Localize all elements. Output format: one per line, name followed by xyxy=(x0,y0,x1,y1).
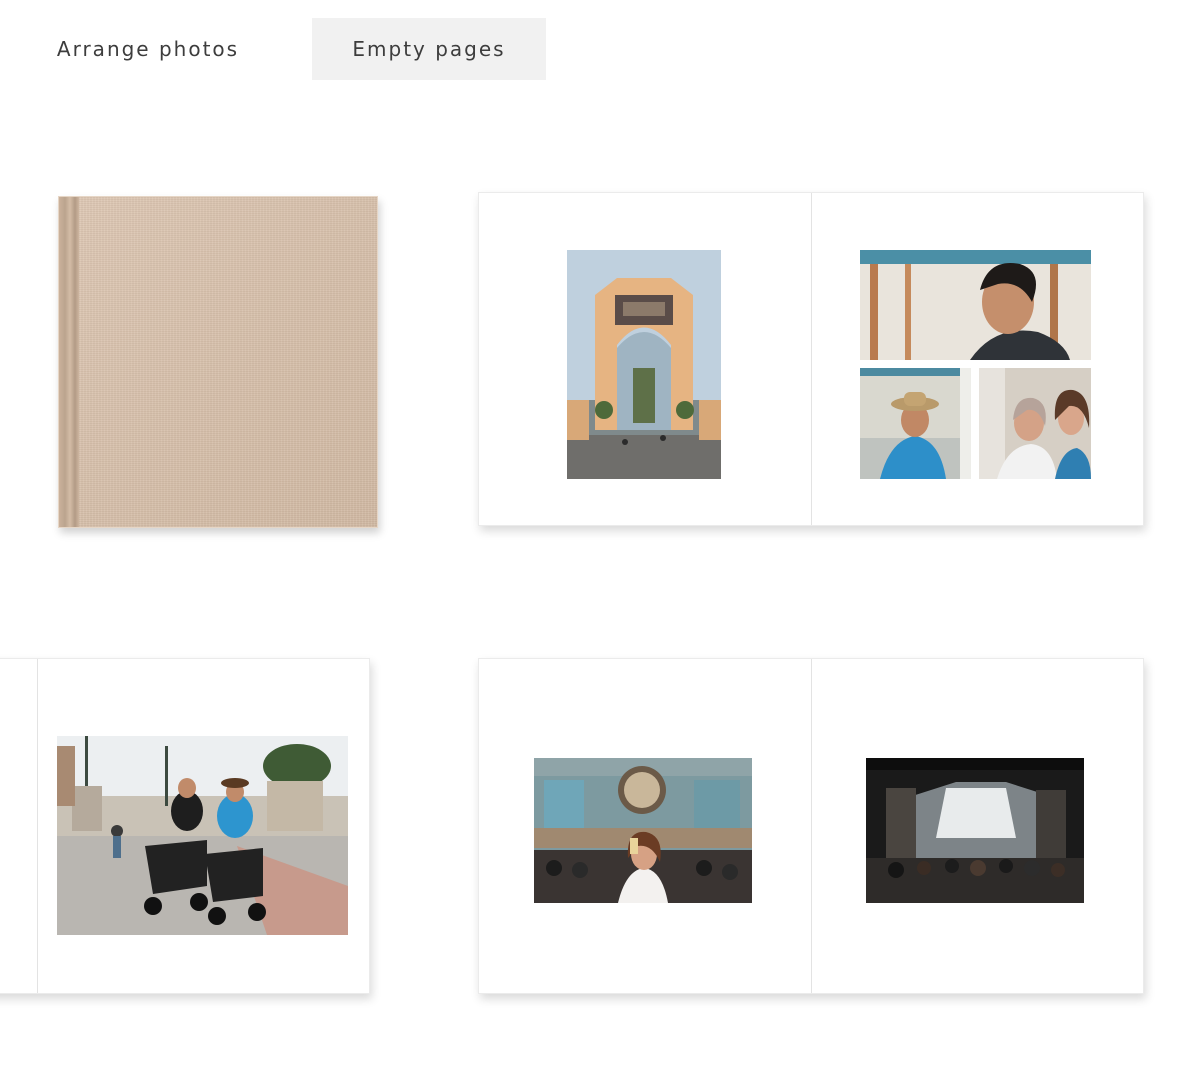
man-portrait-photo[interactable] xyxy=(860,250,1091,360)
page-fold xyxy=(811,193,812,525)
man-in-hat-photo[interactable] xyxy=(860,368,971,479)
tab-empty-pages-label: Empty pages xyxy=(352,37,506,61)
woman-toast-photo[interactable] xyxy=(534,758,752,903)
archway-photo[interactable] xyxy=(567,250,721,479)
tab-arrange-photos[interactable]: Arrange photos xyxy=(42,18,254,80)
book-spine xyxy=(59,197,79,527)
book-cover[interactable] xyxy=(58,196,378,528)
book-spread-1[interactable] xyxy=(478,192,1144,526)
tab-arrange-photos-label: Arrange photos xyxy=(56,37,240,61)
women-smiling-photo[interactable] xyxy=(979,368,1091,479)
book-spread-3[interactable] xyxy=(478,658,1144,994)
book-spread-2[interactable] xyxy=(0,658,370,994)
page-fold xyxy=(811,659,812,993)
scooter-couple-photo[interactable] xyxy=(57,736,348,935)
street-crowd-photo[interactable] xyxy=(866,758,1084,903)
page-fold xyxy=(37,659,38,993)
tab-empty-pages[interactable]: Empty pages xyxy=(312,18,546,80)
